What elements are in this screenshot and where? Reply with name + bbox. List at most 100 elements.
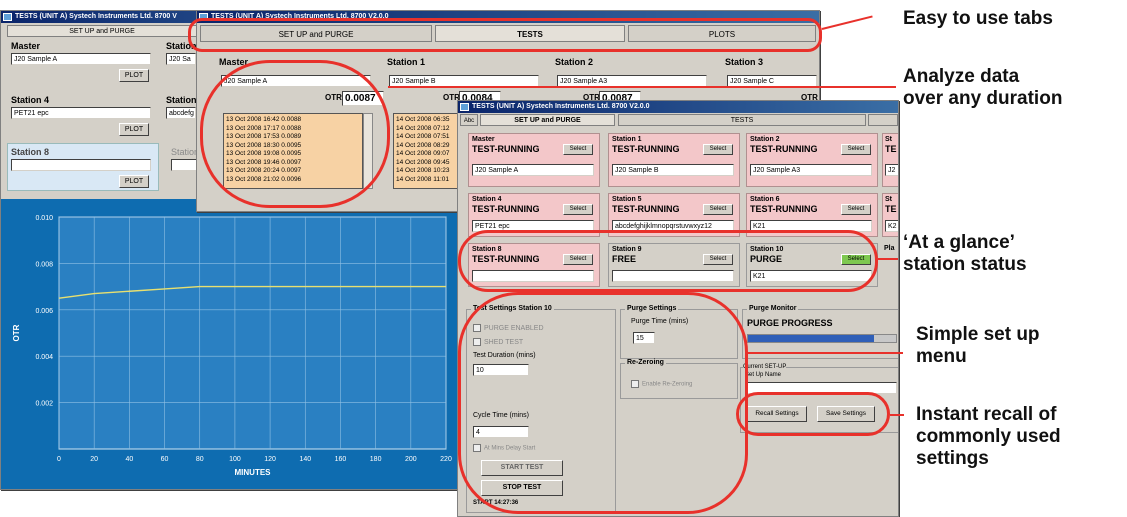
station-name: St bbox=[885, 136, 892, 143]
station-card-edge-1: St TE J2 bbox=[882, 133, 898, 187]
callout-text: Simple set up bbox=[916, 324, 1040, 345]
y-tick-label: 0.006 bbox=[35, 308, 53, 315]
station-status: TEST-RUNNING bbox=[612, 204, 680, 214]
tab-setup-and-purge[interactable]: SET UP and PURGE bbox=[7, 25, 197, 37]
window-front-titlebar[interactable]: TESTS (UNIT A) Systech Instruments Ltd. … bbox=[458, 101, 898, 113]
station-status: TEST-RUNNING bbox=[472, 204, 540, 214]
station-sample-field[interactable]: J20 Sample B bbox=[612, 164, 734, 176]
highlight-tabs bbox=[188, 18, 822, 52]
station-name: Station 6 bbox=[750, 196, 780, 203]
callout-text: Easy to use tabs bbox=[903, 8, 1053, 29]
station-status: TEST-RUNNING bbox=[472, 144, 540, 154]
station-select-button[interactable]: Select bbox=[841, 144, 871, 155]
station-card-1: Station 1 TEST-RUNNING Select J20 Sample… bbox=[608, 133, 740, 187]
station-card-2: Station 2 TEST-RUNNING Select J20 Sample… bbox=[746, 133, 878, 187]
station-name: Station 5 bbox=[612, 196, 642, 203]
x-tick-label: 160 bbox=[335, 456, 347, 463]
x-tick-label: 0 bbox=[57, 456, 61, 463]
y-tick-label: 0.002 bbox=[35, 401, 53, 408]
x-tick-label: 100 bbox=[229, 456, 241, 463]
y-tick-label: 0.004 bbox=[35, 354, 53, 361]
station-status: TE bbox=[885, 144, 897, 154]
callout-line-glance bbox=[878, 258, 898, 260]
x-tick-label: 220 bbox=[440, 456, 452, 463]
callout-line-tabs bbox=[821, 15, 873, 30]
x-axis-label: MINUTES bbox=[235, 468, 272, 477]
station-name-field-2[interactable]: abcdefg bbox=[166, 107, 196, 119]
tab-setup-and-purge[interactable]: SET UP and PURGE bbox=[480, 114, 615, 126]
station-name-field[interactable]: J20 Sa bbox=[166, 53, 196, 65]
station-name-field-3[interactable] bbox=[171, 159, 197, 171]
x-tick-label: 80 bbox=[196, 456, 204, 463]
callout-line-recall bbox=[890, 414, 904, 416]
callout-recall: Instant recall of commonly used settings bbox=[916, 404, 1061, 470]
station8-name-field[interactable] bbox=[11, 159, 151, 171]
station-edge-label: Pla bbox=[884, 245, 895, 252]
station8-label: Station 8 bbox=[11, 147, 50, 157]
plot-frame bbox=[58, 216, 447, 450]
station-name: St bbox=[885, 196, 892, 203]
station-label-2: Station bbox=[166, 95, 197, 105]
y-axis-label: OTR bbox=[12, 324, 21, 341]
callout-text: station status bbox=[903, 254, 1027, 275]
highlight-log-data bbox=[200, 60, 390, 208]
master-label: Master bbox=[11, 41, 41, 51]
callout-text: settings bbox=[916, 448, 989, 469]
master-plot-button[interactable]: PLOT bbox=[119, 69, 149, 82]
station-sample-field[interactable]: K2 bbox=[885, 220, 898, 232]
purge-progress-bar bbox=[747, 334, 897, 343]
tab-tests[interactable]: TESTS bbox=[618, 114, 866, 126]
purge-progress-fill bbox=[748, 335, 874, 342]
current-setup-title: Current SET-UP bbox=[743, 364, 787, 370]
highlight-station-status bbox=[458, 230, 878, 292]
tab-partial[interactable] bbox=[868, 114, 898, 126]
station-status: TEST-RUNNING bbox=[612, 144, 680, 154]
otr-chart: 0 20 40 60 80 100 120 140 160 180 200 220 0.010 0.008… bbox=[12, 215, 452, 477]
station4-name-field[interactable]: PET21 epc bbox=[11, 107, 151, 119]
tab-label: SET UP and PURGE bbox=[69, 28, 135, 35]
station1-label: Station 1 bbox=[387, 57, 426, 67]
station-name: Station 2 bbox=[750, 136, 780, 143]
x-tick-label: 200 bbox=[405, 456, 417, 463]
callout-analyze: Analyze data over any duration bbox=[903, 66, 1062, 110]
station8-plot-button[interactable]: PLOT bbox=[119, 175, 149, 188]
callout-text: commonly used bbox=[916, 426, 1061, 447]
x-tick-label: 60 bbox=[161, 456, 169, 463]
tab-abc[interactable]: Abc bbox=[460, 114, 478, 126]
station-sample-field[interactable]: J2 bbox=[885, 164, 898, 176]
station-name: Station 1 bbox=[612, 136, 642, 143]
station-select-button[interactable]: Select bbox=[703, 204, 733, 215]
station-status: TEST-RUNNING bbox=[750, 144, 818, 154]
callout-text: menu bbox=[916, 346, 967, 367]
station-sample-field[interactable]: J20 Sample A bbox=[472, 164, 594, 176]
station-select-button[interactable]: Select bbox=[563, 204, 593, 215]
window-front-title: TESTS (UNIT A) Systech Instruments Ltd. … bbox=[472, 103, 650, 110]
app-icon bbox=[460, 103, 469, 111]
highlight-recall-settings bbox=[736, 392, 890, 436]
x-tick-label: 180 bbox=[370, 456, 382, 463]
callout-tabs: Easy to use tabs bbox=[903, 8, 1053, 30]
master-name-field[interactable]: J20 Sample A bbox=[11, 53, 151, 65]
station-status: TE bbox=[885, 204, 897, 214]
callout-line-analyze bbox=[388, 86, 896, 88]
station4-label: Station 4 bbox=[11, 95, 50, 105]
y-tick-label: 0.008 bbox=[35, 261, 53, 268]
x-tick-label: 40 bbox=[125, 456, 133, 463]
station-name: Master bbox=[472, 136, 495, 143]
tab-label: SET UP and PURGE bbox=[514, 117, 581, 124]
setup-name-label: Set Up Name bbox=[745, 372, 782, 378]
purge-progress-label: PURGE PROGRESS bbox=[747, 318, 833, 328]
callout-text: over any duration bbox=[903, 88, 1063, 109]
station2-label: Station 2 bbox=[555, 57, 594, 67]
window-back-title: TESTS (UNIT A) Systech Instruments Ltd. … bbox=[15, 13, 177, 20]
station4-plot-button[interactable]: PLOT bbox=[119, 123, 149, 136]
x-tick-label: 20 bbox=[90, 456, 98, 463]
plot-area: 0 20 40 60 80 100 120 140 160 180 200 220 0.010 0.008… bbox=[1, 199, 461, 489]
station-select-button[interactable]: Select bbox=[841, 204, 871, 215]
station-name: Station 4 bbox=[472, 196, 502, 203]
station-card-edge-2: St TE K2 bbox=[882, 193, 898, 237]
station-select-button[interactable]: Select bbox=[563, 144, 593, 155]
station-select-button[interactable]: Select bbox=[703, 144, 733, 155]
tab-label: Abc bbox=[463, 118, 475, 124]
station-sample-field[interactable]: J20 Sample A3 bbox=[750, 164, 872, 176]
